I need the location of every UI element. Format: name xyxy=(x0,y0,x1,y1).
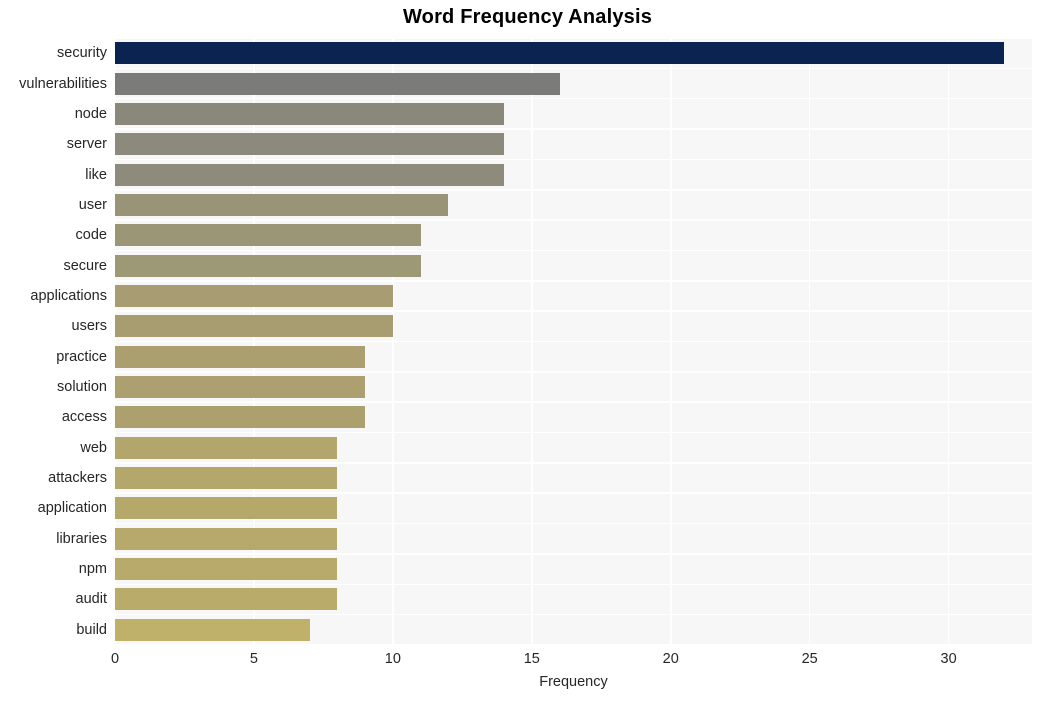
y-axis-label: attackers xyxy=(48,470,107,487)
y-axis-label: vulnerabilities xyxy=(19,75,107,92)
x-axis-tick: 15 xyxy=(523,651,540,667)
y-axis-label: libraries xyxy=(56,530,107,547)
x-axis-tick: 20 xyxy=(662,651,679,667)
x-axis-tick: 10 xyxy=(384,651,401,667)
y-axis-label: secure xyxy=(63,257,107,274)
y-axis-label: node xyxy=(74,105,107,122)
chart-title: Word Frequency Analysis xyxy=(402,6,653,28)
y-axis-label: code xyxy=(75,227,107,244)
word-frequency-chart: Word Frequency Analysis security vulnerab… xyxy=(0,0,1055,701)
y-axis-label: solution xyxy=(57,379,107,396)
y-axis-label: web xyxy=(80,439,107,456)
x-axis-tick: 0 xyxy=(110,651,120,667)
y-axis-label: server xyxy=(66,136,107,153)
y-axis-label: applications xyxy=(30,287,107,304)
y-axis-label: like xyxy=(85,166,107,183)
y-axis-label: security xyxy=(57,45,107,62)
y-axis-label: practice xyxy=(56,348,107,365)
y-axis-category-labels: security vulnerabilities node server like use… xyxy=(0,38,1055,645)
x-axis-tick: 30 xyxy=(940,651,957,667)
y-axis-label: access xyxy=(61,409,107,426)
y-axis-label: user xyxy=(78,196,107,213)
y-axis-label: audit xyxy=(75,591,107,608)
x-axis-tick: 5 xyxy=(249,651,258,667)
y-axis-label: npm xyxy=(78,561,107,578)
y-axis-label: build xyxy=(76,621,107,638)
x-axis-title: Frequency xyxy=(539,674,608,690)
y-axis-label: application xyxy=(37,500,107,517)
x-axis-tick: 25 xyxy=(801,651,818,667)
y-axis-label: users xyxy=(71,318,107,335)
